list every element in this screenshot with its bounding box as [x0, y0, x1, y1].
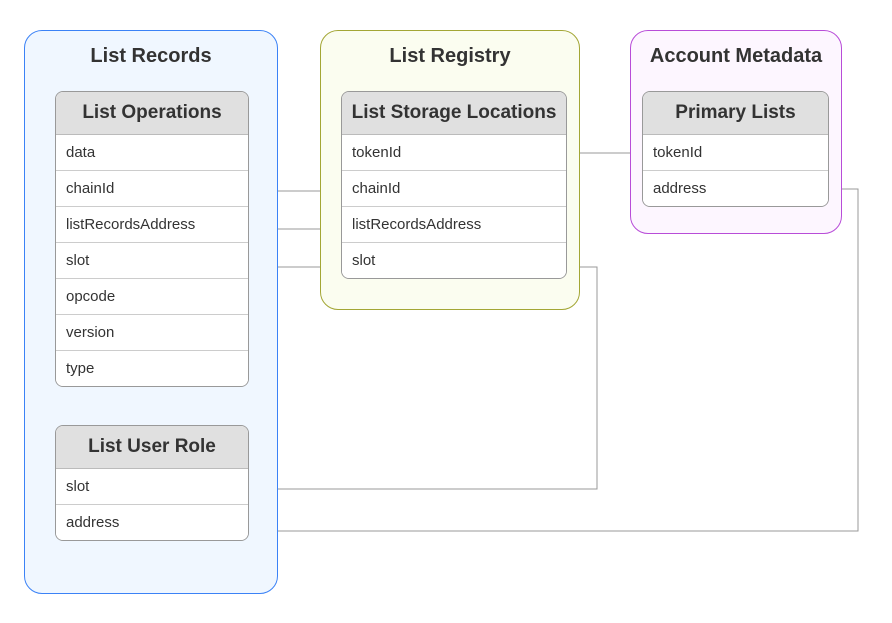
row-primary-0: tokenId — [643, 135, 828, 171]
row-userrole-0: slot — [56, 469, 248, 505]
row-storage-1: chainId — [342, 171, 566, 207]
row-storage-0: tokenId — [342, 135, 566, 171]
table-header-storage: List Storage Locations — [342, 92, 566, 135]
row-operations-0: data — [56, 135, 248, 171]
table-header-operations: List Operations — [56, 92, 248, 135]
row-storage-3: slot — [342, 243, 566, 278]
container-title-records: List Records — [25, 31, 277, 76]
table-header-primary: Primary Lists — [643, 92, 828, 135]
row-operations-3: slot — [56, 243, 248, 279]
table-list-storage-locations: List Storage Locations tokenId chainId l… — [341, 91, 567, 279]
container-list-records: List Records List Operations data chainI… — [24, 30, 278, 594]
row-primary-1: address — [643, 171, 828, 206]
table-header-userrole: List User Role — [56, 426, 248, 469]
table-primary-lists: Primary Lists tokenId address — [642, 91, 829, 207]
container-list-registry: List Registry List Storage Locations tok… — [320, 30, 580, 310]
container-account-metadata: Account Metadata Primary Lists tokenId a… — [630, 30, 842, 234]
table-list-user-role: List User Role slot address — [55, 425, 249, 541]
row-operations-1: chainId — [56, 171, 248, 207]
row-operations-5: version — [56, 315, 248, 351]
table-list-operations: List Operations data chainId listRecords… — [55, 91, 249, 387]
row-operations-6: type — [56, 351, 248, 386]
container-title-account: Account Metadata — [631, 31, 841, 76]
row-operations-4: opcode — [56, 279, 248, 315]
container-title-registry: List Registry — [321, 31, 579, 76]
row-userrole-1: address — [56, 505, 248, 540]
row-storage-2: listRecordsAddress — [342, 207, 566, 243]
row-operations-2: listRecordsAddress — [56, 207, 248, 243]
